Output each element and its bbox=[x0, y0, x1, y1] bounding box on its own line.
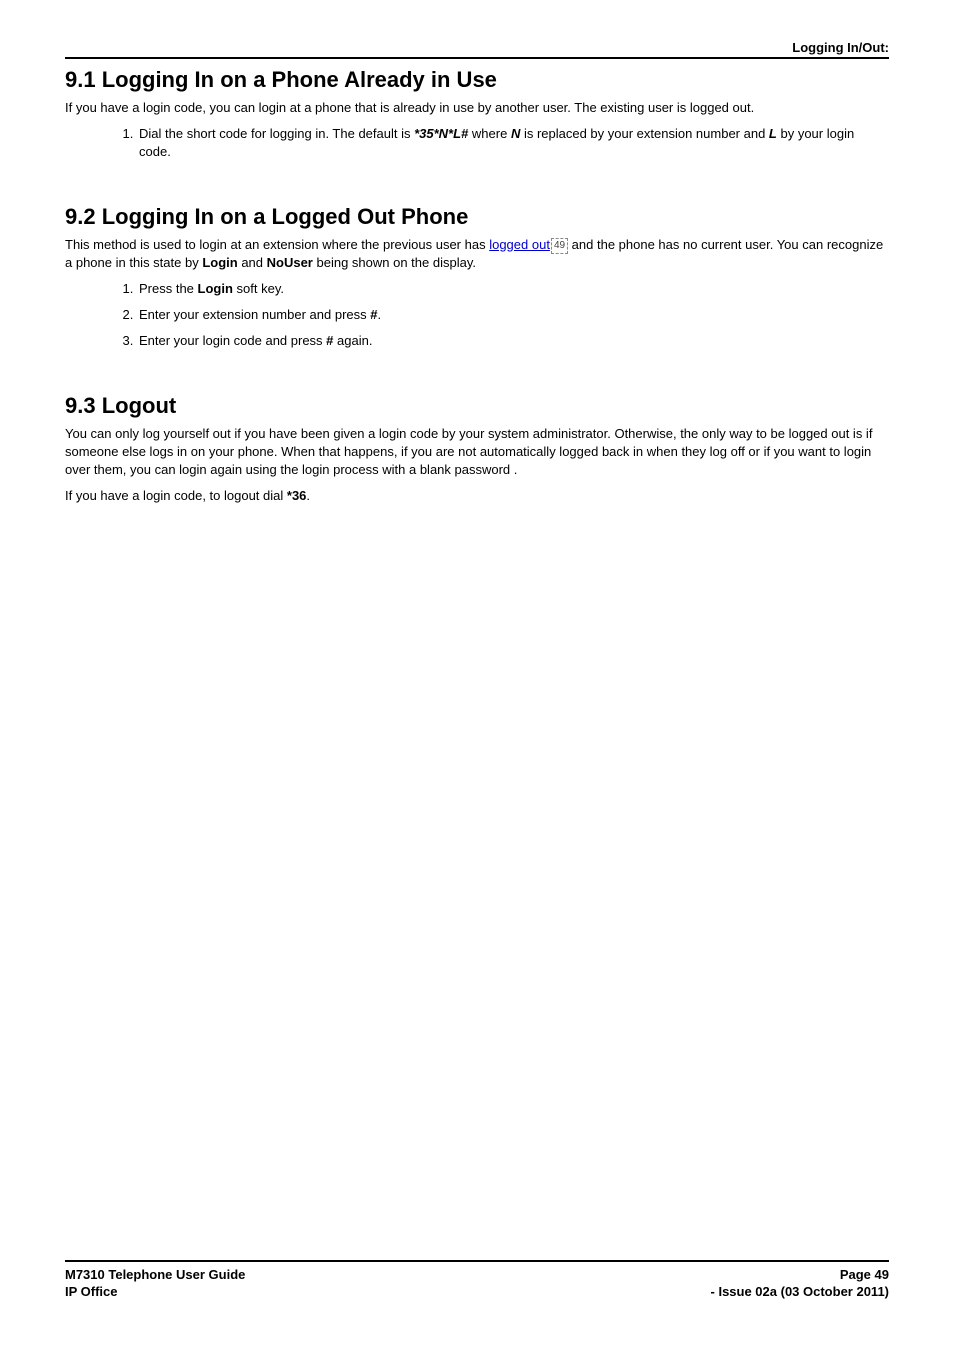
text: again. bbox=[333, 333, 372, 348]
text: . bbox=[306, 488, 310, 503]
section-9-2-step-1: Press the Login soft key. bbox=[137, 280, 889, 298]
section-9-1-intro: If you have a login code, you can login … bbox=[65, 99, 889, 117]
text: Press the bbox=[139, 281, 198, 296]
var-n: N bbox=[511, 126, 520, 141]
text: Enter your login code and press bbox=[139, 333, 326, 348]
text: If you have a login code, to logout dial bbox=[65, 488, 287, 503]
footer-title: M7310 Telephone User Guide bbox=[65, 1266, 245, 1284]
section-9-1-step-1: Dial the short code for logging in. The … bbox=[137, 125, 889, 161]
text: Dial the short code for logging in. The … bbox=[139, 126, 414, 141]
var-l: L bbox=[769, 126, 777, 141]
text: This method is used to login at an exten… bbox=[65, 237, 489, 252]
text: being shown on the display. bbox=[313, 255, 476, 270]
login-key: Login bbox=[198, 281, 233, 296]
nouser-label: NoUser bbox=[267, 255, 313, 270]
header-breadcrumb: Logging In/Out: bbox=[65, 40, 889, 59]
login-label: Login bbox=[202, 255, 237, 270]
logged-out-link[interactable]: logged out bbox=[489, 237, 550, 252]
logout-code: *36 bbox=[287, 488, 307, 503]
footer-issue: - Issue 02a (03 October 2011) bbox=[711, 1283, 889, 1301]
page-footer: M7310 Telephone User Guide Page 49 IP Of… bbox=[65, 1260, 889, 1301]
text: and bbox=[238, 255, 267, 270]
heading-9-1: 9.1 Logging In on a Phone Already in Use bbox=[65, 67, 889, 93]
section-9-2-intro: This method is used to login at an exten… bbox=[65, 236, 889, 272]
heading-9-2: 9.2 Logging In on a Logged Out Phone bbox=[65, 204, 889, 230]
footer-product: IP Office bbox=[65, 1283, 118, 1301]
heading-9-3: 9.3 Logout bbox=[65, 393, 889, 419]
text: . bbox=[377, 307, 381, 322]
code-emphasis: *35*N*L# bbox=[414, 126, 468, 141]
text: is replaced by your extension number and bbox=[520, 126, 769, 141]
text: Enter your extension number and press bbox=[139, 307, 370, 322]
footer-page: Page 49 bbox=[840, 1266, 889, 1284]
text: where bbox=[468, 126, 511, 141]
section-9-3-para-1: You can only log yourself out if you hav… bbox=[65, 425, 889, 480]
section-9-2-step-2: Enter your extension number and press #. bbox=[137, 306, 889, 324]
page-ref-icon: 49 bbox=[551, 238, 568, 254]
section-9-2-step-3: Enter your login code and press # again. bbox=[137, 332, 889, 350]
text: soft key. bbox=[233, 281, 284, 296]
section-9-3-para-2: If you have a login code, to logout dial… bbox=[65, 487, 889, 505]
